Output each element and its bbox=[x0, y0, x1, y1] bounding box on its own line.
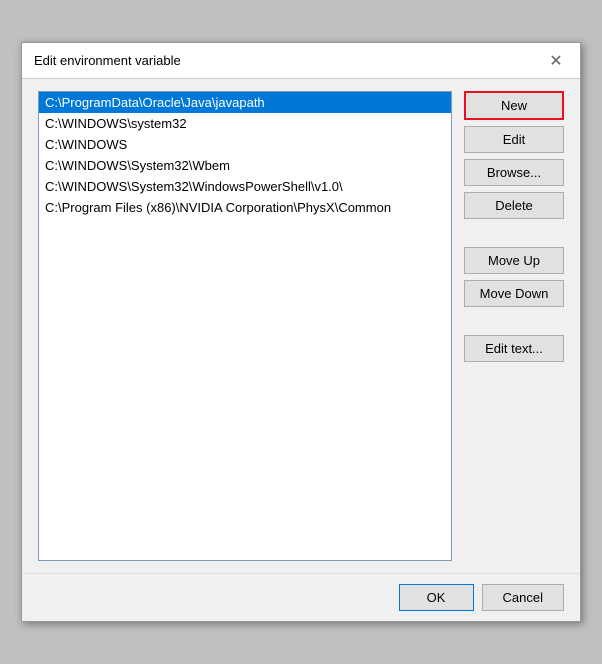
spacer bbox=[464, 225, 564, 241]
ok-button[interactable]: OK bbox=[399, 584, 474, 611]
cancel-button[interactable]: Cancel bbox=[482, 584, 564, 611]
list-item[interactable]: C:\Program Files (x86)\NVIDIA Corporatio… bbox=[39, 197, 451, 218]
list-item[interactable]: C:\WINDOWS bbox=[39, 134, 451, 155]
list-item[interactable]: C:\WINDOWS\system32 bbox=[39, 113, 451, 134]
title-bar: Edit environment variable ✕ bbox=[22, 43, 580, 79]
edit-text-button[interactable]: Edit text... bbox=[464, 335, 564, 362]
list-item[interactable]: C:\WINDOWS\System32\WindowsPowerShell\v1… bbox=[39, 176, 451, 197]
dialog-title: Edit environment variable bbox=[34, 53, 181, 68]
dialog-footer: OK Cancel bbox=[22, 573, 580, 621]
edit-env-var-dialog: Edit environment variable ✕ C:\ProgramDa… bbox=[21, 42, 581, 622]
env-var-list[interactable]: C:\ProgramData\Oracle\Java\javapathC:\WI… bbox=[38, 91, 452, 561]
close-button[interactable]: ✕ bbox=[544, 49, 568, 73]
browse-button[interactable]: Browse... bbox=[464, 159, 564, 186]
list-item[interactable]: C:\WINDOWS\System32\Wbem bbox=[39, 155, 451, 176]
new-button[interactable]: New bbox=[464, 91, 564, 120]
spacer2 bbox=[464, 313, 564, 329]
edit-button[interactable]: Edit bbox=[464, 126, 564, 153]
delete-button[interactable]: Delete bbox=[464, 192, 564, 219]
move-down-button[interactable]: Move Down bbox=[464, 280, 564, 307]
move-up-button[interactable]: Move Up bbox=[464, 247, 564, 274]
action-buttons-panel: New Edit Browse... Delete Move Up Move D… bbox=[464, 91, 564, 561]
dialog-body: C:\ProgramData\Oracle\Java\javapathC:\WI… bbox=[22, 79, 580, 573]
list-item[interactable]: C:\ProgramData\Oracle\Java\javapath bbox=[39, 92, 451, 113]
